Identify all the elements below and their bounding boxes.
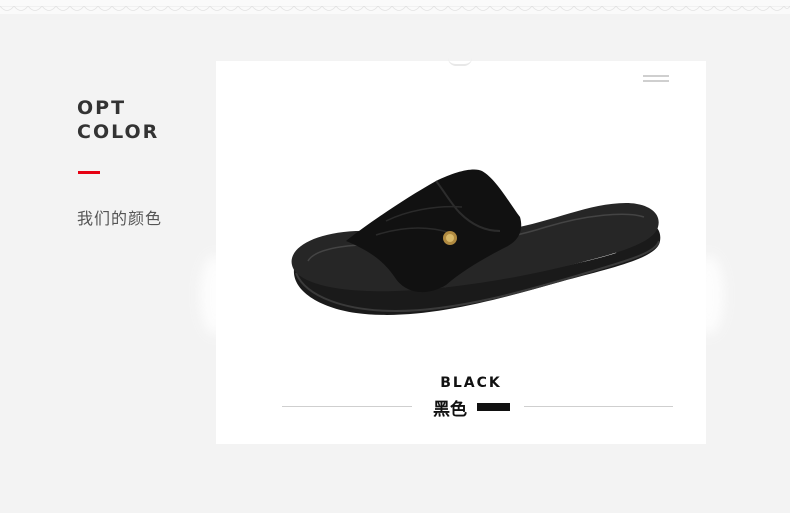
menu-icon[interactable] bbox=[643, 75, 669, 87]
color-name-cn: 黑色 bbox=[433, 400, 467, 420]
section-heading: OPT COLOR bbox=[77, 96, 159, 144]
card-top-mark bbox=[448, 58, 472, 66]
scallop-edge bbox=[0, 6, 790, 11]
divider-right bbox=[524, 406, 673, 407]
accent-bar bbox=[78, 171, 100, 174]
section-subtitle: 我们的颜色 bbox=[77, 209, 163, 228]
heading-line-2: COLOR bbox=[77, 121, 160, 143]
top-scallop-border bbox=[0, 0, 790, 14]
color-name-en: BLACK bbox=[440, 375, 502, 391]
black-slide-sandal-image bbox=[291, 169, 661, 315]
product-card: BLACK 黑色 bbox=[216, 61, 706, 444]
color-swatch[interactable] bbox=[477, 403, 510, 411]
heading-line-1: OPT bbox=[77, 97, 127, 119]
divider-left bbox=[282, 406, 412, 407]
